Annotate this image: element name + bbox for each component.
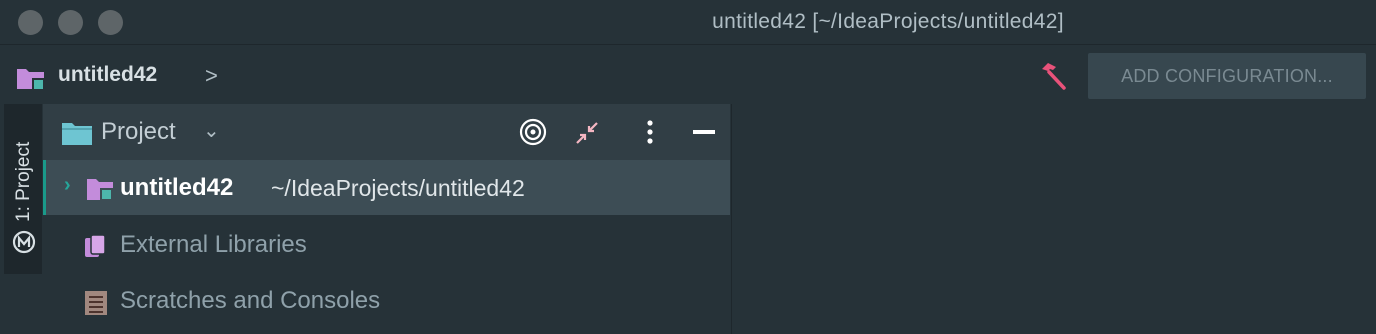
project-folder-icon [61,120,93,146]
maven-icon[interactable] [12,230,36,254]
module-folder-icon [86,176,114,202]
navigation-bar: untitled42 > ADD CONFIGURATION... [0,45,1376,103]
module-folder-icon [16,65,46,91]
project-tool-tab-label: 1: Project [13,141,34,222]
editor-area[interactable] [731,104,1376,334]
expand-chevron-icon[interactable]: › [64,174,71,197]
more-options-icon[interactable] [643,119,657,145]
tree-item-name: untitled42 [120,174,234,201]
add-configuration-button[interactable]: ADD CONFIGURATION... [1088,53,1366,99]
collapse-all-icon[interactable] [573,119,601,147]
locate-target-icon[interactable] [519,118,547,146]
tree-item-label: External Libraries [120,231,307,258]
hammer-icon[interactable] [1036,61,1068,91]
view-dropdown-icon[interactable]: ⌄ [203,118,220,143]
tree-item-path: ~/IdeaProjects/untitled42 [271,175,525,201]
libraries-icon [83,233,109,259]
tree-row-project-root[interactable]: › untitled42 ~/IdeaProjects/untitled42 [43,160,730,215]
title-bar: untitled42 [~/IdeaProjects/untitled42] [0,0,1376,45]
window-title: untitled42 [~/IdeaProjects/untitled42] [712,10,1064,33]
scratches-icon [83,289,109,317]
breadcrumb-chevron-icon: > [205,63,218,88]
minimize-icon[interactable] [693,130,715,134]
tree-row-scratches[interactable]: Scratches and Consoles [43,273,730,328]
project-panel-header: Project ⌄ [43,104,730,160]
breadcrumb-project[interactable]: untitled42 [58,63,157,87]
tree-item-label: Scratches and Consoles [120,287,381,314]
project-view-title[interactable]: Project [101,118,176,146]
tree-row-external-libraries[interactable]: External Libraries [43,217,730,272]
